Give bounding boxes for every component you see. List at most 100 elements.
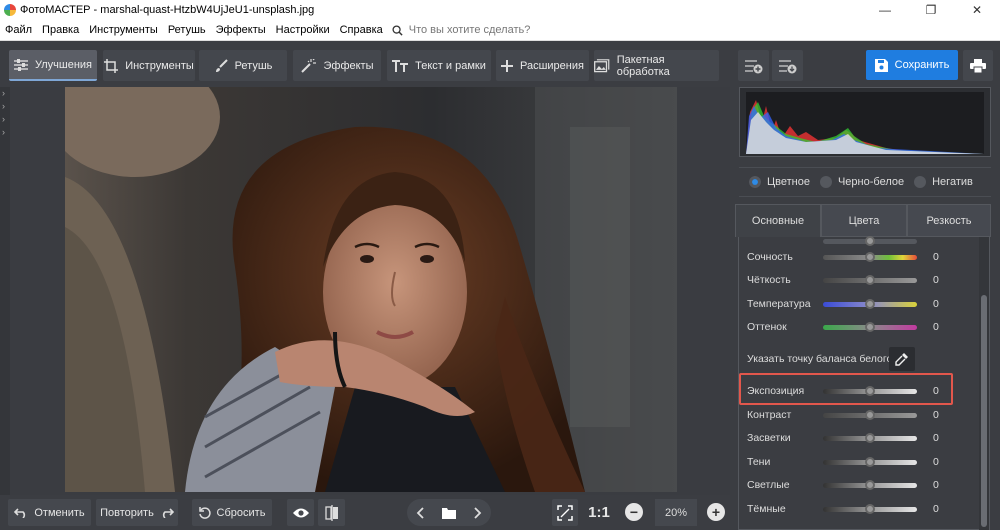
menu-help[interactable]: Справка	[335, 24, 388, 36]
preset-add-icon	[744, 59, 762, 73]
tab-extensions[interactable]: Расширения	[496, 50, 589, 81]
slider-row-blacks: Тёмные 0	[739, 499, 979, 519]
left-panel-strip[interactable]: › › › ›	[0, 87, 10, 495]
slider-knob[interactable]	[865, 410, 875, 420]
plus-icon	[501, 59, 513, 72]
load-preset-button[interactable]	[772, 50, 803, 81]
redo-label: Повторить	[100, 506, 154, 519]
tab-enhancements[interactable]: Улучшения	[9, 50, 97, 81]
slider-label: Экспозиция	[747, 385, 805, 397]
batch-processing-button[interactable]: Пакетная обработка	[594, 50, 719, 81]
zoom-level[interactable]: 20%	[655, 499, 697, 526]
save-label: Сохранить	[894, 59, 950, 71]
save-button[interactable]: Сохранить	[866, 50, 958, 80]
color-mode-group: Цветное Черно-белое Негатив	[739, 167, 991, 197]
batch-processing-label: Пакетная обработка	[616, 53, 670, 78]
slider-label: Сочность	[747, 251, 793, 263]
panel-scrollbar[interactable]	[979, 237, 989, 530]
menu-retouch[interactable]: Ретушь	[163, 24, 211, 36]
main-toolbar: Улучшения Инструменты Ретушь Эффекты Тек…	[0, 41, 1000, 87]
slider-knob[interactable]	[865, 457, 875, 467]
mode-color-radio[interactable]: Цветное	[749, 176, 810, 188]
slider-knob[interactable]	[865, 236, 875, 246]
expand-arrow-icon[interactable]: ›	[0, 87, 10, 100]
slider-row-exposure: Экспозиция 0	[739, 381, 979, 401]
slider-label: Контраст	[747, 409, 792, 421]
compare-button[interactable]	[318, 499, 345, 526]
search-placeholder: Что вы хотите сделать?	[408, 24, 531, 36]
slider-row-highlights: Засветки 0	[739, 428, 979, 448]
close-button[interactable]: ✕	[954, 0, 1000, 20]
tab-retouch-label: Ретушь	[234, 59, 273, 72]
slider-knob[interactable]	[865, 322, 875, 332]
adjustments-panel: Цветное Черно-белое Негатив Основные Цве…	[735, 87, 1000, 530]
scrollbar-thumb[interactable]	[981, 295, 987, 527]
mode-bw-label: Черно-белое	[837, 176, 905, 188]
preset-download-icon	[778, 59, 796, 73]
restore-button[interactable]: ❐	[908, 0, 954, 20]
menu-tools[interactable]: Инструменты	[84, 24, 163, 36]
slider-knob[interactable]	[865, 433, 875, 443]
redo-icon	[162, 507, 174, 518]
redo-button[interactable]: Повторить	[96, 499, 178, 526]
print-button[interactable]	[963, 50, 993, 81]
actual-size-button[interactable]: 1:1	[584, 499, 614, 526]
mode-negative-radio[interactable]: Негатив	[914, 176, 973, 188]
text-icon	[392, 59, 409, 72]
bottom-bar: Отменить Повторить Сбросить 1:1 − 20% +	[0, 495, 730, 530]
tab-tools[interactable]: Инструменты	[103, 50, 195, 81]
tab-effects[interactable]: Эффекты	[293, 50, 381, 81]
next-image-icon[interactable]	[474, 506, 482, 519]
reset-icon	[198, 506, 211, 519]
mode-color-label: Цветное	[767, 176, 810, 188]
reset-button[interactable]: Сбросить	[192, 499, 272, 526]
menu-file[interactable]: Файл	[0, 24, 37, 36]
menu-settings[interactable]: Настройки	[271, 24, 335, 36]
slider-knob[interactable]	[865, 299, 875, 309]
expand-arrow-icon[interactable]: ›	[0, 100, 10, 113]
eyedropper-button[interactable]	[889, 347, 915, 371]
slider-row-shadows: Тени 0	[739, 452, 979, 472]
undo-button[interactable]: Отменить	[8, 499, 91, 526]
histogram-graph	[746, 100, 984, 154]
radio-selected-icon	[749, 176, 761, 188]
tab-text-frames-label: Текст и рамки	[415, 59, 486, 72]
slider-knob[interactable]	[865, 386, 875, 396]
menu-edit[interactable]: Правка	[37, 24, 84, 36]
image-canvas[interactable]	[10, 87, 730, 495]
mode-bw-radio[interactable]: Черно-белое	[819, 176, 905, 188]
slider-value: 0	[933, 503, 939, 515]
magic-wand-icon	[301, 58, 317, 73]
add-preset-button[interactable]	[738, 50, 769, 81]
tab-text-frames[interactable]: Текст и рамки	[387, 50, 491, 81]
expand-arrow-icon[interactable]: ›	[0, 113, 10, 126]
brush-icon	[215, 58, 228, 72]
photo-preview[interactable]	[65, 87, 677, 492]
slider-knob[interactable]	[865, 504, 875, 514]
expand-arrow-icon[interactable]: ›	[0, 126, 10, 139]
preview-toggle-button[interactable]	[287, 499, 314, 526]
previous-image-icon[interactable]	[416, 506, 424, 519]
folder-icon[interactable]	[442, 507, 456, 519]
slider-row-clarity: Чёткость 0	[739, 270, 979, 290]
images-icon	[594, 58, 610, 72]
menu-search[interactable]: Что вы хотите сделать?	[392, 24, 531, 36]
slider-knob[interactable]	[865, 275, 875, 285]
fit-to-screen-button[interactable]	[552, 499, 578, 526]
slider-row-contrast: Контраст 0	[739, 405, 979, 425]
undo-label: Отменить	[34, 506, 85, 519]
slider-value: 0	[933, 479, 939, 491]
tab-retouch[interactable]: Ретушь	[199, 50, 287, 81]
minimize-button[interactable]: —	[862, 0, 908, 20]
slider-knob[interactable]	[865, 480, 875, 490]
menu-effects[interactable]: Эффекты	[211, 24, 271, 36]
slider-label: Температура	[747, 298, 811, 310]
slider-knob[interactable]	[865, 252, 875, 262]
crop-icon	[104, 58, 119, 73]
printer-icon	[970, 58, 986, 73]
basic-adjustments: Сочность 0 Чёткость 0 Температура 0 Отте…	[738, 236, 990, 530]
zoom-in-button[interactable]: +	[707, 503, 725, 521]
radio-icon	[914, 176, 927, 188]
zoom-out-button[interactable]: −	[625, 503, 643, 521]
eye-icon	[292, 508, 309, 517]
